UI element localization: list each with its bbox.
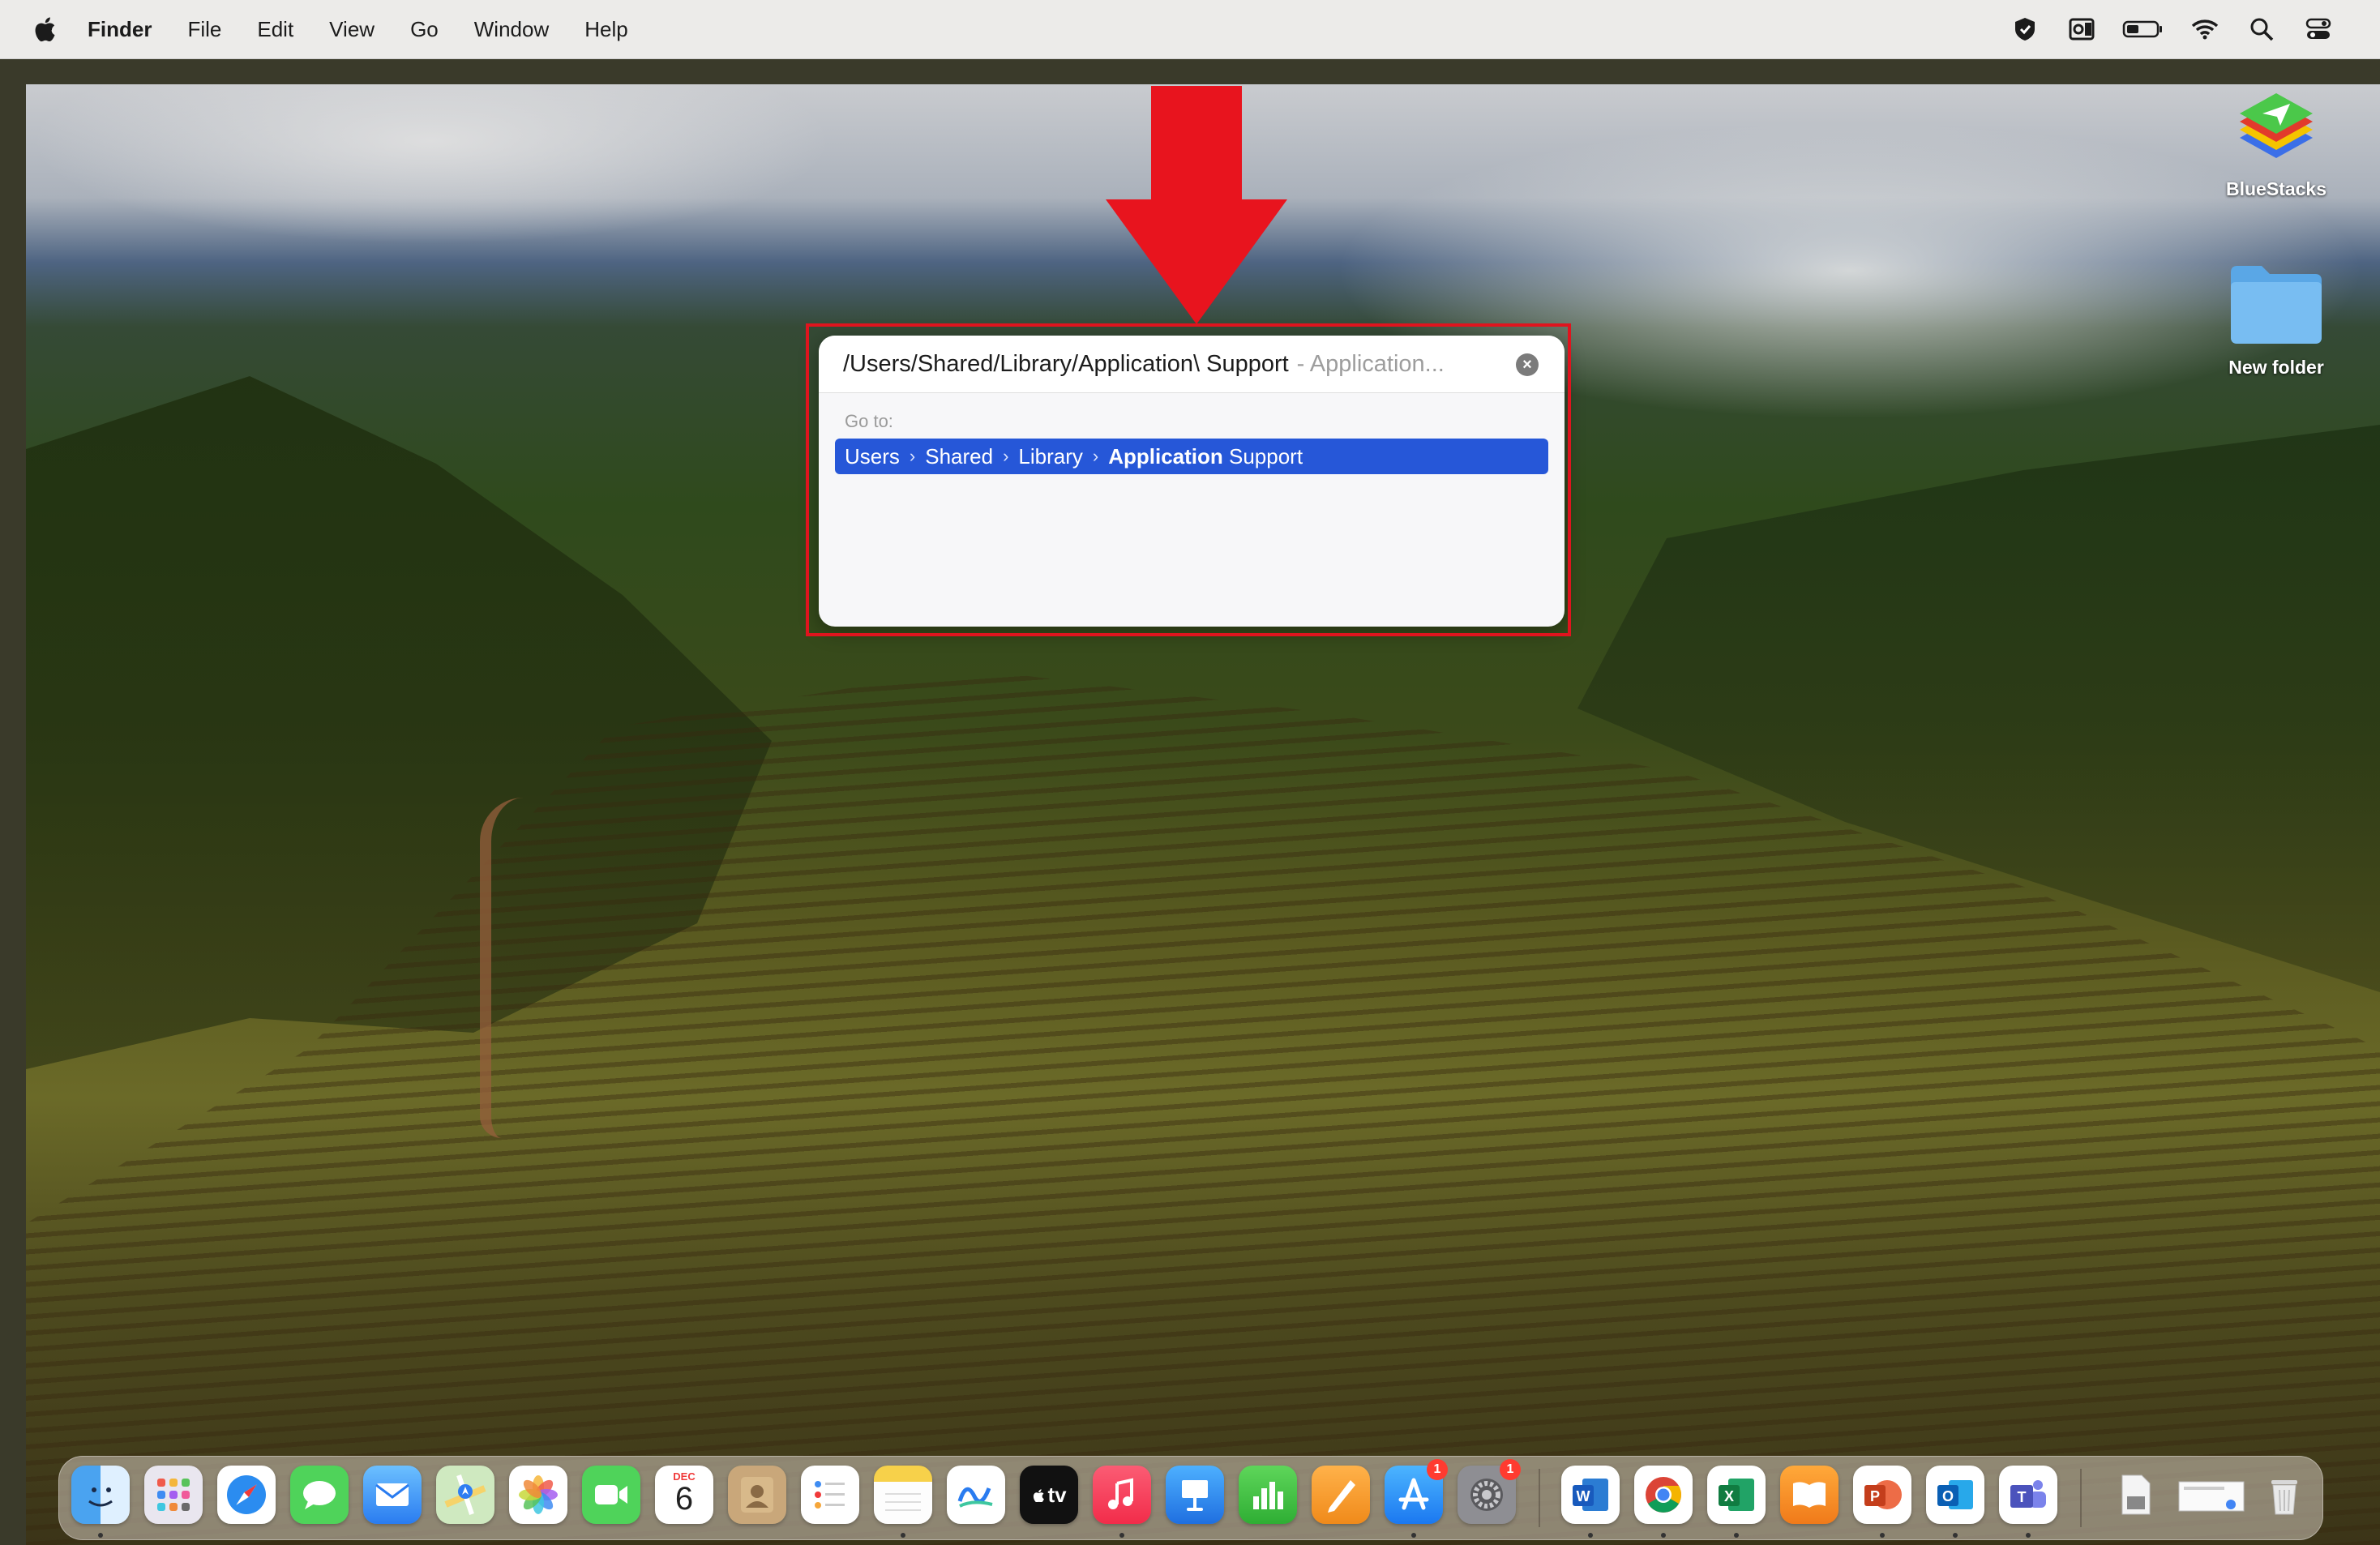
dock-freeform-icon[interactable]	[947, 1466, 1005, 1524]
dock-photos-icon[interactable]	[509, 1466, 567, 1524]
dock-separator	[1539, 1469, 1540, 1527]
dock-keynote-icon[interactable]	[1166, 1466, 1224, 1524]
apple-logo-icon[interactable]	[32, 15, 57, 43]
menu-go[interactable]: Go	[410, 0, 439, 58]
dock-chrome-icon[interactable]	[1634, 1466, 1693, 1524]
dock-numbers-icon[interactable]	[1239, 1466, 1297, 1524]
dock-separator	[2080, 1469, 2082, 1527]
svg-text:X: X	[1724, 1488, 1734, 1504]
spotlight-search-icon[interactable]	[2245, 13, 2278, 45]
dock-music-icon[interactable]	[1093, 1466, 1151, 1524]
dock-facetime-icon[interactable]	[582, 1466, 640, 1524]
dock-notes-icon[interactable]	[874, 1466, 932, 1524]
dock-books-icon[interactable]	[1780, 1466, 1839, 1524]
dock-mail-icon[interactable]	[363, 1466, 422, 1524]
wallpaper-road	[480, 798, 524, 1138]
desktop-icon-label: New folder	[2228, 357, 2324, 378]
dock-messages-icon[interactable]	[290, 1466, 349, 1524]
running-indicator	[1953, 1533, 1958, 1538]
running-indicator	[1661, 1533, 1666, 1538]
menu-bar: Finder File Edit View Go Window Help	[0, 0, 2380, 59]
dock-powerpoint-icon[interactable]: P	[1853, 1466, 1911, 1524]
outlook-status-icon[interactable]	[2065, 13, 2098, 45]
bluestacks-icon	[2240, 93, 2313, 158]
menu-finder[interactable]: Finder	[88, 0, 152, 58]
battery-icon[interactable]	[2122, 13, 2164, 45]
notification-badge: 1	[1500, 1459, 1521, 1480]
wifi-icon[interactable]	[2189, 13, 2221, 45]
calendar-day: 6	[674, 1480, 694, 1517]
running-indicator	[2026, 1533, 2031, 1538]
dock-image-icon[interactable]	[2176, 1466, 2247, 1524]
svg-text:W: W	[1577, 1488, 1590, 1504]
notification-badge: 1	[1427, 1459, 1448, 1480]
running-indicator	[1588, 1533, 1593, 1538]
dock-document-icon[interactable]	[2106, 1466, 2164, 1524]
dock-word-icon[interactable]: W	[1561, 1466, 1620, 1524]
menu-help[interactable]: Help	[584, 0, 627, 58]
running-indicator	[98, 1533, 103, 1538]
tv-label: tv	[1047, 1482, 1067, 1507]
desktop-icon-label: BlueStacks	[2225, 178, 2326, 199]
desktop-icon-new-folder[interactable]: New folder	[2219, 259, 2333, 379]
dock-tv-icon[interactable]: tv	[1020, 1466, 1078, 1524]
running-indicator	[901, 1533, 905, 1538]
running-indicator	[1880, 1533, 1885, 1538]
dock-outlook-icon[interactable]: O	[1926, 1466, 1984, 1524]
svg-text:O: O	[1942, 1488, 1954, 1504]
menu-view[interactable]: View	[329, 0, 375, 58]
control-center-icon[interactable]	[2302, 13, 2335, 45]
dock-pages-icon[interactable]	[1312, 1466, 1370, 1524]
dock-excel-icon[interactable]: X	[1707, 1466, 1766, 1524]
folder-icon	[2231, 266, 2322, 344]
menu-edit[interactable]: Edit	[257, 0, 293, 58]
svg-text:T: T	[2018, 1489, 2027, 1505]
svg-text:P: P	[1870, 1488, 1880, 1504]
annotation-highlight-box	[806, 323, 1571, 636]
shield-status-icon[interactable]	[2009, 13, 2041, 45]
dock-launchpad-icon[interactable]	[144, 1466, 203, 1524]
running-indicator	[1734, 1533, 1739, 1538]
dock-reminders-icon[interactable]	[801, 1466, 859, 1524]
dock-contacts-icon[interactable]	[728, 1466, 786, 1524]
annotation-arrow-icon	[1106, 86, 1287, 324]
dock-finder-icon[interactable]	[71, 1466, 130, 1524]
dock-safari-icon[interactable]	[217, 1466, 276, 1524]
dock-teams-icon[interactable]: T	[1999, 1466, 2057, 1524]
dock-maps-icon[interactable]	[436, 1466, 494, 1524]
running-indicator	[1411, 1533, 1416, 1538]
running-indicator	[1119, 1533, 1124, 1538]
desktop-icon-bluestacks[interactable]: BlueStacks	[2219, 81, 2333, 200]
menu-window[interactable]: Window	[474, 0, 549, 58]
menu-file[interactable]: File	[187, 0, 221, 58]
dock-trash-icon[interactable]	[2255, 1466, 2314, 1524]
dock-calendar-icon[interactable]: DEC 6	[655, 1466, 713, 1524]
